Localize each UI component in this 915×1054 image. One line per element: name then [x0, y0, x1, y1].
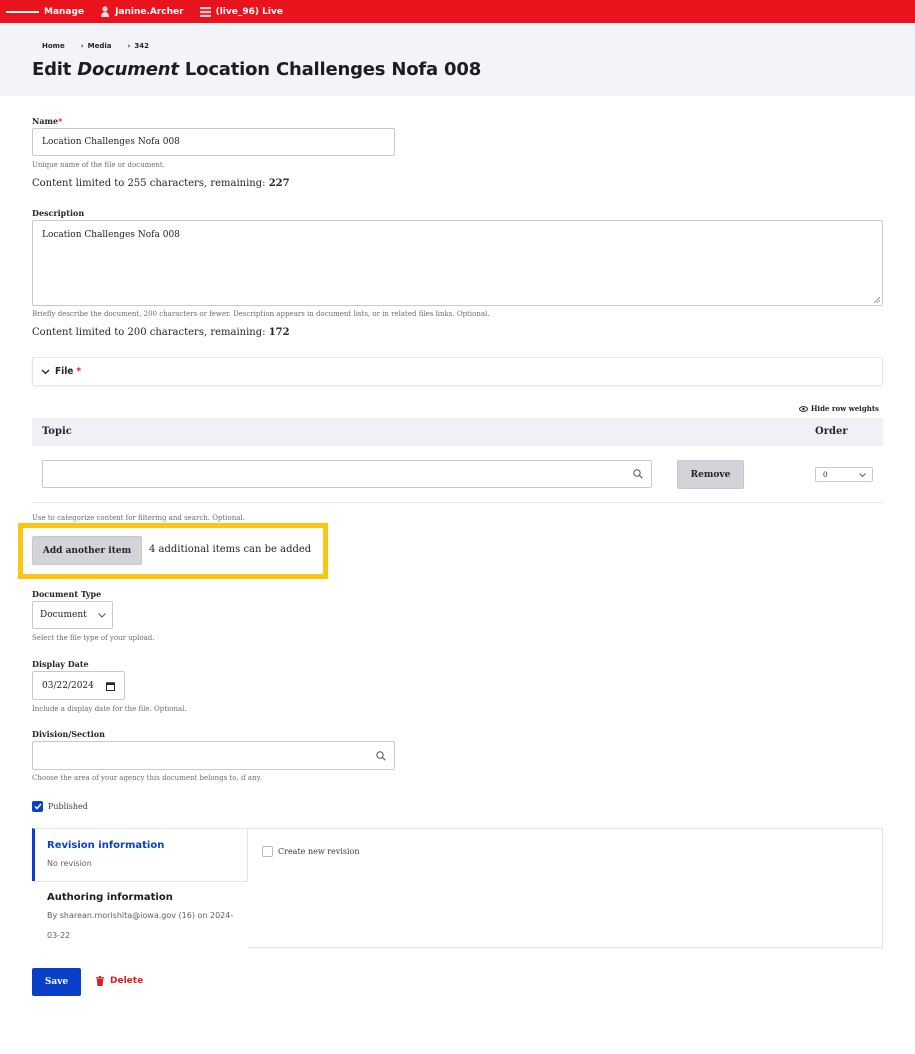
name-label: Name*: [32, 116, 63, 126]
remove-button[interactable]: Remove: [677, 460, 744, 489]
column-order: Order: [815, 426, 848, 437]
tab-revision-information[interactable]: Revision information No revision: [32, 828, 247, 881]
user-menu-button[interactable]: Janine.Archer: [100, 6, 184, 17]
display-date-hint: Include a display date for the file. Opt…: [32, 705, 187, 713]
authoring-tab-title: Authoring information: [47, 892, 173, 903]
chevron-down-icon: [41, 369, 50, 374]
title-type: Document: [77, 59, 179, 80]
document-type-hint: Select the file type of your upload.: [32, 634, 155, 642]
trash-icon: [96, 976, 104, 986]
description-char-counter: Content limited to 200 characters, remai…: [32, 327, 290, 338]
breadcrumb-media[interactable]: Media: [88, 42, 112, 50]
file-section-toggle[interactable]: File *: [32, 357, 883, 386]
revision-tab-title: Revision information: [47, 840, 165, 851]
search-icon: [376, 750, 386, 761]
division-label: Division/Section: [32, 729, 105, 739]
chevron-down-icon: [859, 472, 866, 477]
division-hint: Choose the area of your agency this docu…: [32, 774, 262, 782]
workspace-menu-button[interactable]: (live_96) Live: [199, 6, 283, 17]
revision-tab-summary: No revision: [47, 859, 92, 868]
description-hint: Briefly describe the document, 200 chara…: [32, 310, 490, 318]
title-name: Location Challenges Nofa 008: [184, 59, 482, 80]
admin-toolbar: Manage Janine.Archer (live_96) Live: [0, 0, 915, 23]
table-divider: [32, 502, 883, 503]
description-textarea[interactable]: Location Challenges Nofa 008: [32, 220, 883, 306]
chevron-down-icon: [98, 612, 106, 618]
division-input[interactable]: [32, 741, 395, 770]
display-date-label: Display Date: [32, 659, 89, 669]
resize-handle-icon[interactable]: [874, 297, 880, 303]
breadcrumb-separator: ›: [80, 42, 84, 50]
required-mark: *: [58, 116, 63, 126]
create-revision-checkbox[interactable]: [262, 846, 273, 857]
topic-table-header: Topic Order: [32, 418, 883, 446]
hamburger-icon: [6, 9, 39, 15]
published-label: Published: [48, 802, 88, 811]
checkmark-icon: [33, 803, 42, 810]
column-topic: Topic: [42, 426, 72, 437]
user-label: Janine.Archer: [115, 6, 184, 17]
additional-items-note: 4 additional items can be added: [149, 544, 312, 555]
hide-row-weights-link[interactable]: Hide row weights: [798, 404, 879, 413]
display-date-input[interactable]: 03/22/2024: [32, 671, 125, 700]
workspace-icon: [199, 6, 211, 17]
published-checkbox[interactable]: [32, 801, 43, 812]
add-another-item-button[interactable]: Add another item: [32, 536, 142, 565]
tab-authoring-information[interactable]: Authoring information By sharean.morishi…: [32, 881, 248, 948]
vertical-tabs: Create new revision Revision information…: [32, 828, 883, 948]
title-prefix: Edit: [32, 59, 72, 80]
revision-panel: Create new revision: [247, 828, 883, 948]
breadcrumb-current: 342: [134, 42, 149, 50]
manage-label: Manage: [44, 6, 85, 17]
page-header: Home › Media › 342 Edit Document Locatio…: [0, 23, 915, 96]
page-title: Edit Document Location Challenges Nofa 0…: [32, 59, 481, 80]
calendar-icon[interactable]: [106, 682, 115, 691]
description-label: Description: [32, 208, 85, 218]
workspace-label: (live_96) Live: [215, 6, 283, 17]
user-icon: [100, 6, 110, 17]
manage-menu-button[interactable]: Manage: [6, 7, 84, 17]
topic-hint: Use to categorize content for filtering …: [32, 514, 245, 522]
delete-link[interactable]: Delete: [96, 976, 143, 986]
name-char-counter: Content limited to 255 characters, remai…: [32, 178, 290, 189]
document-type-select[interactable]: Document: [32, 601, 113, 629]
required-mark: *: [76, 366, 82, 377]
name-hint: Unique name of the file or document.: [32, 161, 165, 169]
name-input[interactable]: Location Challenges Nofa 008: [32, 128, 395, 156]
breadcrumb-home[interactable]: Home: [42, 42, 65, 50]
save-button[interactable]: Save: [32, 968, 81, 996]
authoring-tab-summary: By sharean.morishita@iowa.gov (16) on 20…: [47, 911, 234, 940]
breadcrumb: Home › Media › 342: [42, 42, 149, 50]
order-select[interactable]: 0: [815, 467, 873, 482]
topic-input[interactable]: [42, 460, 652, 488]
create-revision-label: Create new revision: [278, 847, 360, 856]
breadcrumb-separator: ›: [127, 42, 131, 50]
document-type-label: Document Type: [32, 589, 102, 599]
file-section-label: File: [55, 366, 74, 377]
search-icon: [633, 469, 643, 479]
eye-icon: [798, 405, 808, 412]
